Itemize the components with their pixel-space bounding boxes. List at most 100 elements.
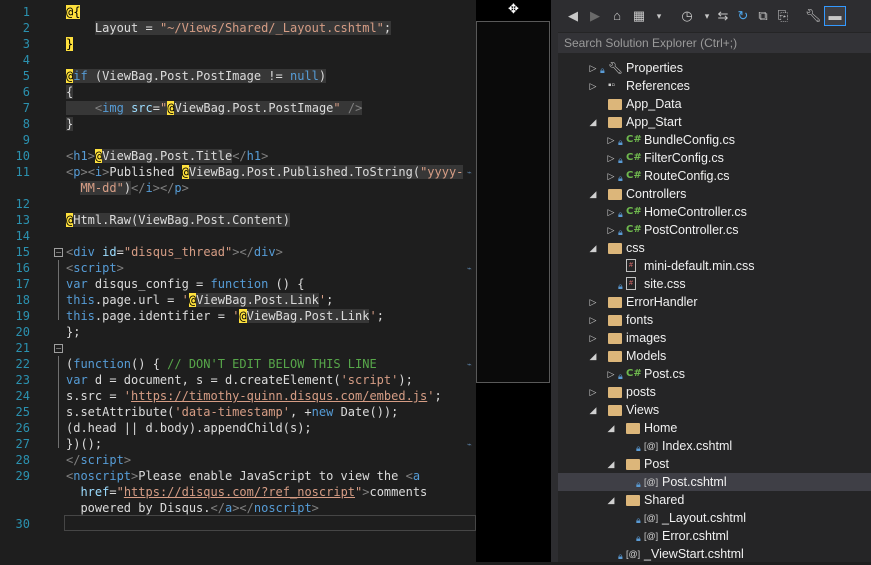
code-line[interactable]: }; [66, 324, 80, 340]
code-line[interactable]: href="https://disqus.com/?ref_noscript">… [66, 484, 427, 500]
refresh-icon[interactable]: ↻ [734, 8, 752, 24]
code-line[interactable]: { [66, 84, 74, 100]
home-icon[interactable]: ⌂ [608, 8, 626, 24]
collapse-arrow-icon[interactable]: ◢ [588, 185, 598, 203]
tree-item[interactable]: 🔒︎ # site.css [558, 275, 871, 293]
line-number: 4 [22, 53, 30, 67]
minimap-viewport[interactable] [476, 21, 550, 383]
code-line[interactable]: <div id="disqus_thread"></div> [66, 244, 283, 260]
code-line[interactable]: } [66, 116, 74, 132]
tree-item[interactable]: ▷ 🔒︎ C# HomeController.cs [558, 203, 871, 221]
expand-arrow-icon[interactable]: ▷ [588, 311, 598, 329]
code-line[interactable]: })(); [66, 436, 102, 452]
fold-guide [58, 356, 59, 448]
code-line[interactable]: } [66, 36, 74, 52]
code-line[interactable]: Layout = "~/Views/Shared/_Layout.cshtml"… [66, 20, 392, 36]
code-line[interactable]: (function() { // DON'T EDIT BELOW THIS L… [66, 356, 377, 372]
collapse-all-icon[interactable]: ⧉ [754, 8, 772, 24]
code-editor[interactable]: 1 @{2 Layout = "~/Views/Shared/_Layout.cs… [0, 0, 476, 562]
tree-item[interactable]: ▷ 🔒︎ C# PostController.cs [558, 221, 871, 239]
pending-changes-filter-icon[interactable]: ◷ [678, 8, 696, 24]
tree-item[interactable]: App_Data [558, 95, 871, 113]
panel-splitter[interactable] [551, 0, 558, 562]
code-line[interactable]: @if (ViewBag.Post.PostImage != null) [66, 68, 327, 84]
tree-item[interactable]: ▷ 🔒︎ 🔧︎ Properties [558, 59, 871, 77]
code-line[interactable]: s.setAttribute('data-timestamp', +new Da… [66, 404, 398, 420]
tree-item[interactable]: ◢ Home [558, 419, 871, 437]
show-all-files-icon[interactable]: ⎘ [774, 8, 792, 24]
tree-item[interactable]: ◢ css [558, 239, 871, 257]
code-line[interactable]: (d.head || d.body).appendChild(s); [66, 420, 312, 436]
search-solution-explorer-input[interactable]: Search Solution Explorer (Ctrl+;) [558, 33, 871, 53]
solutions-and-folders-icon[interactable]: ▦ [630, 8, 648, 24]
expand-arrow-icon[interactable]: ▷ [606, 221, 616, 239]
collapse-arrow-icon[interactable]: ◢ [588, 113, 598, 131]
tree-item-label: Views [626, 403, 660, 417]
collapse-arrow-icon[interactable]: ◢ [606, 455, 616, 473]
function-fold-toggle[interactable]: − [54, 344, 63, 353]
expand-arrow-icon[interactable]: ▷ [606, 131, 616, 149]
collapse-arrow-icon[interactable]: ◢ [588, 239, 598, 257]
code-line[interactable]: var d = document, s = d.createElement('s… [66, 372, 413, 388]
tree-item[interactable]: ▷ ErrorHandler [558, 293, 871, 311]
code-line[interactable]: MM-dd")</i></p> [66, 180, 189, 196]
code-line[interactable]: </script> [66, 452, 131, 468]
tree-item[interactable]: ◢ Views [558, 401, 871, 419]
expand-arrow-icon[interactable]: ▷ [588, 293, 598, 311]
tree-item[interactable]: ◢ Controllers [558, 185, 871, 203]
properties-wrench-icon[interactable]: 🔧︎ [804, 8, 822, 24]
code-line[interactable]: <p><i>Published @ViewBag.Post.Published.… [66, 164, 464, 180]
forward-icon[interactable]: ▶ [586, 8, 604, 24]
code-line[interactable]: s.src = 'https://timothy-quinn.disqus.co… [66, 388, 442, 404]
tree-item[interactable]: ◢ Shared [558, 491, 871, 509]
chevron-down-icon[interactable]: ▾ [650, 8, 668, 24]
tree-item[interactable]: ▷ fonts [558, 311, 871, 329]
folder-icon [626, 459, 640, 470]
code-line[interactable]: @{ [66, 4, 81, 20]
tree-item[interactable]: ▷ 🔒︎ C# BundleConfig.cs [558, 131, 871, 149]
tree-item[interactable]: ◢ Post [558, 455, 871, 473]
tree-item[interactable]: ▷ 🔒︎ C# Post.cs [558, 365, 871, 383]
tree-item[interactable]: 🔒︎ [@] Error.cshtml [558, 527, 871, 545]
tree-item[interactable]: 🔒︎ [@] Index.cshtml [558, 437, 871, 455]
tree-item[interactable]: ▷ posts [558, 383, 871, 401]
expand-arrow-icon[interactable]: ▷ [606, 203, 616, 221]
split-editor-handle[interactable]: ✥ [476, 0, 551, 20]
tree-item[interactable]: 🔒︎ [@] _ViewStart.cshtml [558, 545, 871, 563]
expand-arrow-icon[interactable]: ▷ [588, 59, 598, 77]
expand-arrow-icon[interactable]: ▷ [606, 365, 616, 383]
line-number: 12 [15, 197, 30, 211]
code-line[interactable]: this.page.url = '@ViewBag.Post.Link'; [66, 292, 333, 308]
code-line[interactable]: <script> [66, 260, 124, 276]
code-line[interactable]: this.page.identifier = '@ViewBag.Post.Li… [66, 308, 384, 324]
preview-selected-items-icon[interactable]: ▬ [824, 6, 846, 26]
tree-item[interactable]: ◢ App_Start [558, 113, 871, 131]
collapse-arrow-icon[interactable]: ◢ [588, 401, 598, 419]
expand-arrow-icon[interactable]: ▷ [606, 149, 616, 167]
expand-arrow-icon[interactable]: ▷ [606, 167, 616, 185]
code-line[interactable]: @Html.Raw(ViewBag.Post.Content) [66, 212, 290, 228]
sync-active-document-icon[interactable]: ⇆ [714, 8, 732, 24]
tree-item[interactable]: ▷ images [558, 329, 871, 347]
collapse-arrow-icon[interactable]: ◢ [588, 347, 598, 365]
code-line[interactable]: <h1>@ViewBag.Post.Title</h1> [66, 148, 268, 164]
tree-item[interactable]: ▷ 🔒︎ C# RouteConfig.cs [558, 167, 871, 185]
tree-item[interactable]: ◢ Models [558, 347, 871, 365]
expand-arrow-icon[interactable]: ▷ [588, 383, 598, 401]
back-icon[interactable]: ◀ [564, 8, 582, 24]
code-line[interactable]: <img src="@ViewBag.Post.PostImage" /> [66, 100, 363, 116]
tree-item[interactable]: ▷ ▪▫ References [558, 77, 871, 95]
expand-arrow-icon[interactable]: ▷ [588, 77, 598, 95]
tree-item[interactable]: # mini-default.min.css [558, 257, 871, 275]
script-fold-toggle[interactable]: − [54, 248, 63, 257]
tree-item[interactable]: 🔒︎ [@] _Layout.cshtml [558, 509, 871, 527]
code-line[interactable]: powered by Disqus.</a></noscript> [66, 500, 318, 516]
collapse-arrow-icon[interactable]: ◢ [606, 491, 616, 509]
tree-item[interactable]: 🔒︎ [@] Post.cshtml [558, 473, 871, 491]
csharp-icon: C# [626, 206, 642, 217]
code-line[interactable]: var disqus_config = function () { [66, 276, 304, 292]
tree-item[interactable]: ▷ 🔒︎ C# FilterConfig.cs [558, 149, 871, 167]
collapse-arrow-icon[interactable]: ◢ [606, 419, 616, 437]
expand-arrow-icon[interactable]: ▷ [588, 329, 598, 347]
code-line[interactable]: <noscript>Please enable JavaScript to vi… [66, 468, 420, 484]
